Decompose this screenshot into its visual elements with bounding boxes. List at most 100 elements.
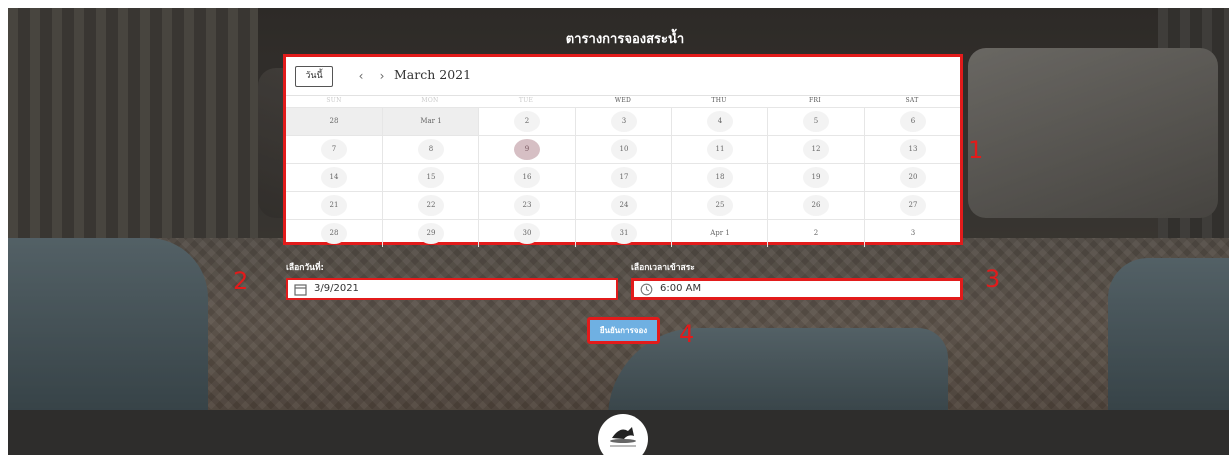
- day-cell[interactable]: 10: [575, 136, 671, 163]
- weekday-sun: SUN: [326, 97, 342, 104]
- calendar-week: 7 8 9 10 11 12 13: [286, 135, 960, 163]
- day-cell-selected[interactable]: 9: [478, 136, 574, 163]
- day-number: 23: [514, 195, 540, 216]
- day-number: 26: [803, 195, 829, 216]
- date-label: เลือกวันที่:: [286, 263, 324, 273]
- logo-icon[interactable]: [598, 414, 648, 455]
- day-cell[interactable]: 3: [864, 220, 960, 247]
- day-number: 20: [900, 167, 926, 188]
- day-number: 30: [514, 223, 540, 244]
- time-label: เลือกเวลาเข้าสระ: [631, 263, 695, 273]
- day-number: 15: [418, 167, 444, 188]
- day-cell[interactable]: 12: [767, 136, 863, 163]
- day-cell[interactable]: 15: [382, 164, 478, 191]
- annotation-1: 1: [968, 136, 984, 164]
- calendar-week: 14 15 16 17 18 19 20: [286, 163, 960, 191]
- day-cell[interactable]: 26: [767, 192, 863, 219]
- day-number: 27: [900, 195, 926, 216]
- annotation-4: 4: [679, 320, 695, 348]
- day-cell[interactable]: Apr 1: [671, 220, 767, 247]
- day-number: 10: [611, 139, 637, 160]
- day-cell[interactable]: 24: [575, 192, 671, 219]
- day-cell[interactable]: 22: [382, 192, 478, 219]
- day-cell[interactable]: 20: [864, 164, 960, 191]
- calendar-toolbar: วันนี้ ‹ › March 2021: [286, 57, 960, 95]
- confirm-booking-button[interactable]: ยืนยันการจอง: [587, 317, 660, 344]
- day-number: 18: [707, 167, 733, 188]
- day-cell[interactable]: 5: [767, 108, 863, 135]
- day-cell[interactable]: 14: [286, 164, 382, 191]
- today-button[interactable]: วันนี้: [295, 66, 333, 87]
- day-number: 29: [418, 223, 444, 244]
- next-month-button[interactable]: ›: [375, 67, 389, 85]
- day-cell[interactable]: 23: [478, 192, 574, 219]
- day-number: 5: [803, 111, 829, 132]
- day-cell[interactable]: 17: [575, 164, 671, 191]
- time-field[interactable]: 6:00 AM: [631, 278, 963, 300]
- annotation-2: 2: [233, 267, 249, 295]
- day-cell[interactable]: 18: [671, 164, 767, 191]
- day-number: 28: [321, 223, 347, 244]
- day-cell[interactable]: 28: [286, 220, 382, 247]
- weekday-header: SUN MON TUE WED THU FRI SAT: [286, 96, 960, 107]
- day-cell[interactable]: 29: [382, 220, 478, 247]
- day-cell[interactable]: 2: [478, 108, 574, 135]
- calendar-week: 28 Mar 1 2 3 4 5 6: [286, 107, 960, 135]
- day-cell[interactable]: 2: [767, 220, 863, 247]
- day-number: Apr 1: [710, 229, 730, 237]
- weekday-wed: WED: [614, 97, 632, 104]
- day-cell[interactable]: 3: [575, 108, 671, 135]
- day-cell[interactable]: 11: [671, 136, 767, 163]
- day-number: 28: [329, 117, 339, 125]
- day-cell[interactable]: 31: [575, 220, 671, 247]
- day-number: 14: [321, 167, 347, 188]
- day-cell[interactable]: 4: [671, 108, 767, 135]
- day-number: 21: [321, 195, 347, 216]
- weekday-thu: THU: [711, 97, 727, 104]
- selected-day: 9: [514, 139, 540, 160]
- calendar-week: 28 29 30 31 Apr 1 2 3: [286, 219, 960, 247]
- day-cell[interactable]: 27: [864, 192, 960, 219]
- prev-month-button[interactable]: ‹: [354, 67, 368, 85]
- page: ตารางการจองสระน้ำ วันนี้ ‹ › March 2021 …: [0, 0, 1229, 455]
- day-number: 11: [707, 139, 733, 160]
- day-number: 6: [900, 111, 926, 132]
- day-number: 7: [321, 139, 347, 160]
- date-value: 3/9/2021: [314, 283, 359, 294]
- day-number: 22: [418, 195, 444, 216]
- clock-icon: [640, 283, 653, 296]
- day-number: 31: [611, 223, 637, 244]
- booking-calendar: วันนี้ ‹ › March 2021 SUN MON TUE WED TH…: [283, 54, 963, 247]
- day-cell[interactable]: 7: [286, 136, 382, 163]
- weekday-mon: MON: [421, 97, 439, 104]
- day-cell[interactable]: 8: [382, 136, 478, 163]
- day-cell[interactable]: 28: [286, 108, 382, 135]
- day-number: 17: [611, 167, 637, 188]
- time-value: 6:00 AM: [660, 283, 702, 294]
- day-number: 2: [514, 111, 540, 132]
- annotation-3: 3: [985, 265, 1001, 293]
- calendar-week: 21 22 23 24 25 26 27: [286, 191, 960, 219]
- day-cell[interactable]: 25: [671, 192, 767, 219]
- day-cell[interactable]: 13: [864, 136, 960, 163]
- day-number: 12: [803, 139, 829, 160]
- day-number: 25: [707, 195, 733, 216]
- weekday-tue: TUE: [518, 97, 534, 104]
- day-number: 24: [611, 195, 637, 216]
- day-cell[interactable]: 6: [864, 108, 960, 135]
- day-number: 4: [707, 111, 733, 132]
- date-field[interactable]: 3/9/2021: [286, 278, 618, 300]
- day-number: 2: [813, 229, 819, 237]
- day-number: 16: [514, 167, 540, 188]
- page-title: ตารางการจองสระน้ำ: [565, 32, 685, 47]
- day-cell[interactable]: 19: [767, 164, 863, 191]
- day-cell[interactable]: 21: [286, 192, 382, 219]
- day-number: 19: [803, 167, 829, 188]
- day-number: 13: [900, 139, 926, 160]
- day-cell[interactable]: 16: [478, 164, 574, 191]
- day-number: 3: [910, 229, 916, 237]
- calendar-icon: [294, 283, 307, 296]
- month-label: March 2021: [394, 67, 472, 82]
- day-cell[interactable]: Mar 1: [382, 108, 478, 135]
- day-cell[interactable]: 30: [478, 220, 574, 247]
